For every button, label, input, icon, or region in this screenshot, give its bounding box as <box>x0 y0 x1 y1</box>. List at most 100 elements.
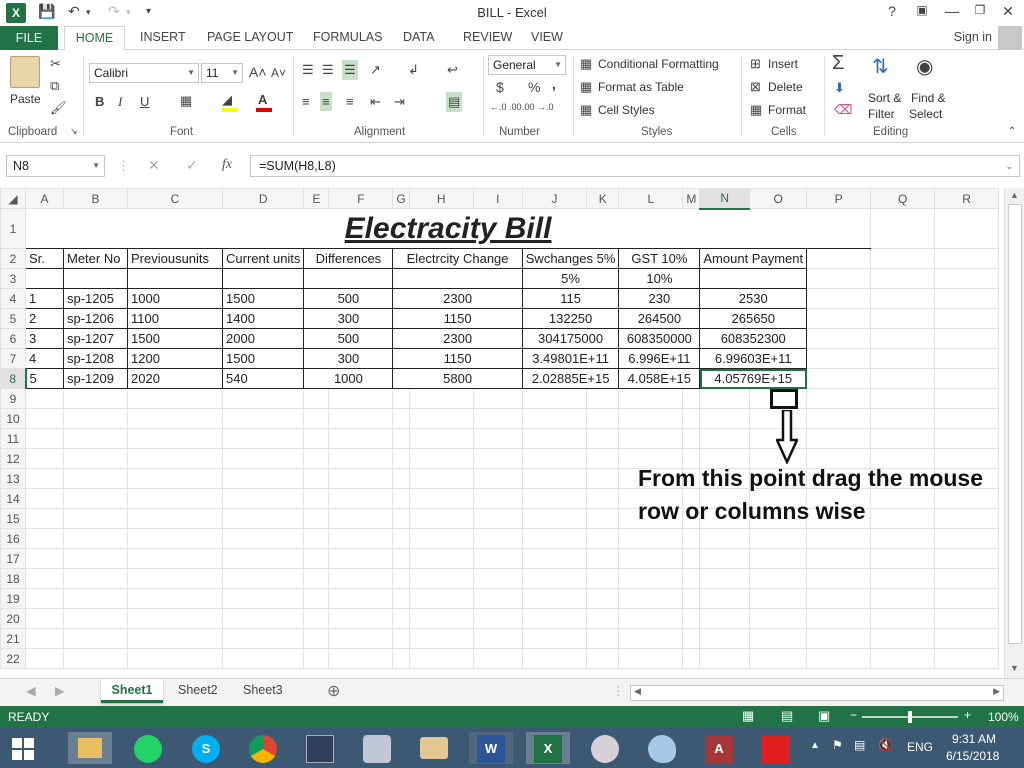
cell[interactable] <box>328 648 394 669</box>
data-cell[interactable]: sp-1206 <box>63 308 128 329</box>
column-header[interactable]: O <box>749 188 808 209</box>
cell[interactable] <box>392 508 410 529</box>
cell[interactable] <box>392 548 410 569</box>
cell[interactable] <box>472 548 523 569</box>
cell[interactable] <box>408 588 474 609</box>
cell[interactable] <box>25 448 64 469</box>
cell[interactable] <box>934 588 1000 609</box>
cut-icon[interactable]: ✂ <box>50 56 61 72</box>
cell[interactable] <box>408 568 474 589</box>
cell[interactable] <box>934 568 1000 589</box>
cell[interactable] <box>303 268 394 289</box>
row-header[interactable]: 1 <box>0 208 26 249</box>
cell[interactable] <box>618 608 684 629</box>
tab-insert[interactable]: INSERT <box>140 30 186 44</box>
wrap-icon[interactable]: ↩ <box>447 62 458 78</box>
cell[interactable] <box>392 448 410 469</box>
sign-in-link[interactable]: Sign in <box>954 30 992 44</box>
number-format-select[interactable]: General ▼ <box>488 55 566 75</box>
cell[interactable] <box>806 608 872 629</box>
cell[interactable] <box>699 428 751 449</box>
cell[interactable] <box>408 548 474 569</box>
vertical-scrollbar[interactable]: ▲ ▼ <box>1004 188 1024 678</box>
app-icon[interactable] <box>298 732 342 764</box>
cell[interactable] <box>699 628 751 649</box>
cell[interactable] <box>63 448 128 469</box>
cell[interactable] <box>328 608 394 629</box>
increase-decimal-button[interactable]: ←.0 .00 <box>490 102 522 112</box>
cell[interactable] <box>328 628 394 649</box>
cell[interactable] <box>408 428 474 449</box>
excel-icon[interactable]: X <box>526 732 570 764</box>
cell[interactable] <box>472 628 523 649</box>
row-header[interactable]: 2 <box>0 248 26 269</box>
row-header[interactable]: 6 <box>0 328 26 349</box>
format-cells-icon[interactable]: ▦ <box>750 102 762 118</box>
cell[interactable] <box>328 428 394 449</box>
cell[interactable] <box>934 208 1000 249</box>
cell[interactable] <box>63 568 128 589</box>
row-header[interactable]: 11 <box>0 428 26 449</box>
underline-button[interactable]: U <box>140 94 149 109</box>
name-box[interactable]: N8 ▼ <box>6 155 105 177</box>
cell[interactable] <box>472 528 523 549</box>
cell[interactable] <box>25 388 64 409</box>
cell[interactable] <box>63 408 128 429</box>
ribbon-display-icon[interactable]: ▣ <box>912 3 932 17</box>
row-header[interactable]: 20 <box>0 608 26 629</box>
cell[interactable] <box>521 548 588 569</box>
cell[interactable] <box>221 428 305 449</box>
data-cell[interactable]: 2.02885E+15 <box>521 368 620 389</box>
increase-indent-icon[interactable]: ⇥ <box>394 94 405 110</box>
show-hidden-icons[interactable]: ▲ <box>810 740 820 751</box>
cell[interactable] <box>934 388 1000 409</box>
cell[interactable] <box>618 428 684 449</box>
cell[interactable] <box>63 468 128 489</box>
cell[interactable] <box>934 528 1000 549</box>
cell[interactable] <box>521 528 588 549</box>
cell[interactable] <box>806 628 872 649</box>
grow-font-icon[interactable]: A˄ <box>249 64 267 80</box>
cell[interactable] <box>25 648 64 669</box>
data-cell[interactable]: 1500 <box>221 348 305 369</box>
cell[interactable] <box>521 608 588 629</box>
cell[interactable] <box>699 388 751 409</box>
volume-muted-icon[interactable]: 🔇 <box>878 738 893 752</box>
column-header[interactable]: J <box>521 188 588 209</box>
row-header[interactable]: 18 <box>0 568 26 589</box>
cell[interactable] <box>749 588 808 609</box>
align-right-icon[interactable]: ≡ <box>346 94 354 109</box>
cell[interactable] <box>392 588 410 609</box>
cell[interactable] <box>25 488 64 509</box>
cell[interactable] <box>303 488 330 509</box>
cell[interactable] <box>618 588 684 609</box>
data-cell[interactable]: 132250 <box>521 308 620 329</box>
chrome-icon[interactable] <box>241 732 285 764</box>
data-cell[interactable]: 115 <box>521 288 620 309</box>
cell[interactable] <box>749 568 808 589</box>
conditional-formatting-icon[interactable]: ▦ <box>580 56 592 72</box>
worksheet-grid[interactable]: ◢ A B C D E F G H I J K L M N O P Q R 1E… <box>0 188 1004 678</box>
cell[interactable] <box>472 408 523 429</box>
cell[interactable] <box>699 568 751 589</box>
cell[interactable] <box>328 528 394 549</box>
cell[interactable] <box>408 448 474 469</box>
cell[interactable] <box>870 368 936 389</box>
cell[interactable] <box>25 608 64 629</box>
row-header[interactable]: 10 <box>0 408 26 429</box>
cell[interactable] <box>25 528 64 549</box>
format-as-table-icon[interactable]: ▦ <box>580 79 592 95</box>
cell[interactable] <box>221 388 305 409</box>
cell[interactable] <box>806 388 872 409</box>
filter-label[interactable]: Filter <box>868 107 895 121</box>
cell[interactable] <box>392 528 410 549</box>
cell[interactable] <box>328 588 394 609</box>
clock-date[interactable]: 6/15/2018 <box>946 749 999 763</box>
cell[interactable] <box>25 548 64 569</box>
cell[interactable] <box>934 368 1000 389</box>
cell[interactable] <box>408 508 474 529</box>
cell[interactable] <box>618 408 684 429</box>
cell[interactable] <box>870 428 936 449</box>
cell[interactable] <box>618 568 684 589</box>
restore-icon[interactable]: ❐ <box>970 3 990 17</box>
